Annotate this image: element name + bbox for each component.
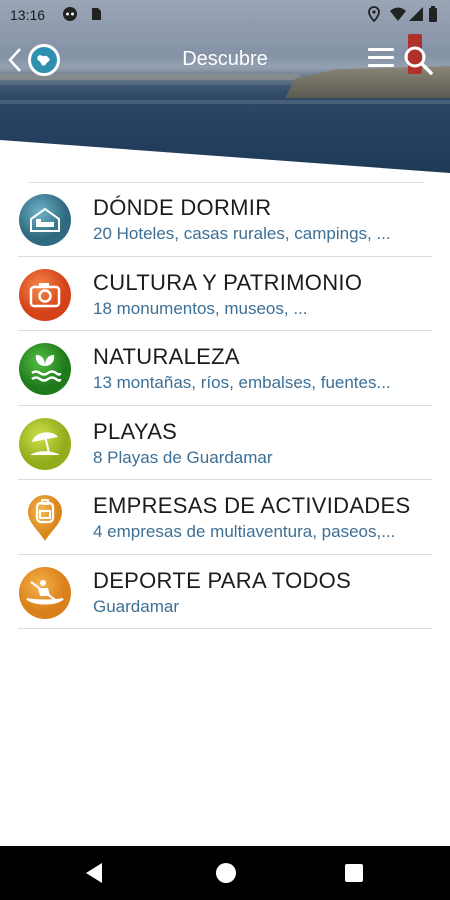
- category-subtitle: 13 montañas, ríos, embalses, fuentes...: [93, 373, 391, 392]
- nav-back-icon[interactable]: [86, 863, 102, 883]
- category-label: PLAYAS: [93, 418, 178, 444]
- camera-icon: [19, 268, 71, 321]
- category-subtitle: 20 Hoteles, casas rurales, campings, ...: [93, 224, 391, 243]
- hotel-bed-icon: [19, 194, 71, 246]
- status-bar: 13:16: [0, 0, 450, 30]
- category-subtitle: 18 monumentos, museos, ...: [93, 298, 308, 318]
- category-list: DÓNDE DORMIR 20 Hoteles, casas rurales, …: [18, 182, 432, 629]
- status-time: 13:16: [10, 7, 46, 23]
- category-item-empresas-de-actividades[interactable]: EMPRESAS DE ACTIVIDADES 4 empresas de mu…: [18, 480, 432, 555]
- hamburger-menu-icon[interactable]: [368, 48, 394, 70]
- game-controller-icon: [63, 7, 77, 21]
- search-icon[interactable]: [402, 44, 434, 76]
- leaf-water-icon: [19, 343, 71, 395]
- screen: 13:16 Descubre DÓNDE DORMIR 20 Hoteles, …: [0, 0, 450, 900]
- category-item-naturaleza[interactable]: NATURALEZA 13 montañas, ríos, embalses, …: [18, 331, 432, 406]
- category-label: DEPORTE PARA TODOS: [93, 567, 352, 593]
- category-item-cultura-y-patrimonio[interactable]: CULTURA Y PATRIMONIO 18 monumentos, muse…: [18, 257, 432, 331]
- kayak-icon: [19, 566, 71, 619]
- sd-card-icon: [92, 8, 101, 20]
- category-subtitle: 8 Playas de Guardamar: [93, 447, 273, 467]
- app-bar: Descubre: [0, 36, 450, 84]
- nav-recents-icon[interactable]: [345, 864, 363, 882]
- category-item-deporte-para-todos[interactable]: DEPORTE PARA TODOS Guardamar: [18, 555, 432, 629]
- category-subtitle: Guardamar: [93, 596, 179, 616]
- backpack-pin-icon: [28, 495, 62, 541]
- category-label: NATURALEZA: [93, 344, 240, 369]
- signal-icon: [409, 7, 423, 21]
- category-item-donde-dormir[interactable]: DÓNDE DORMIR 20 Hoteles, casas rurales, …: [18, 182, 432, 257]
- location-icon: [368, 6, 380, 22]
- beach-umbrella-icon: [19, 417, 71, 470]
- category-label: CULTURA Y PATRIMONIO: [93, 269, 363, 295]
- system-nav-bar: [0, 846, 450, 900]
- nav-home-icon[interactable]: [216, 863, 236, 883]
- category-subtitle: 4 empresas de multiaventura, paseos,...: [93, 522, 396, 541]
- wifi-icon: [390, 7, 406, 21]
- category-label: EMPRESAS DE ACTIVIDADES: [93, 493, 411, 518]
- battery-icon: [429, 6, 437, 22]
- category-item-playas[interactable]: PLAYAS 8 Playas de Guardamar: [18, 406, 432, 480]
- category-label: DÓNDE DORMIR: [93, 195, 272, 220]
